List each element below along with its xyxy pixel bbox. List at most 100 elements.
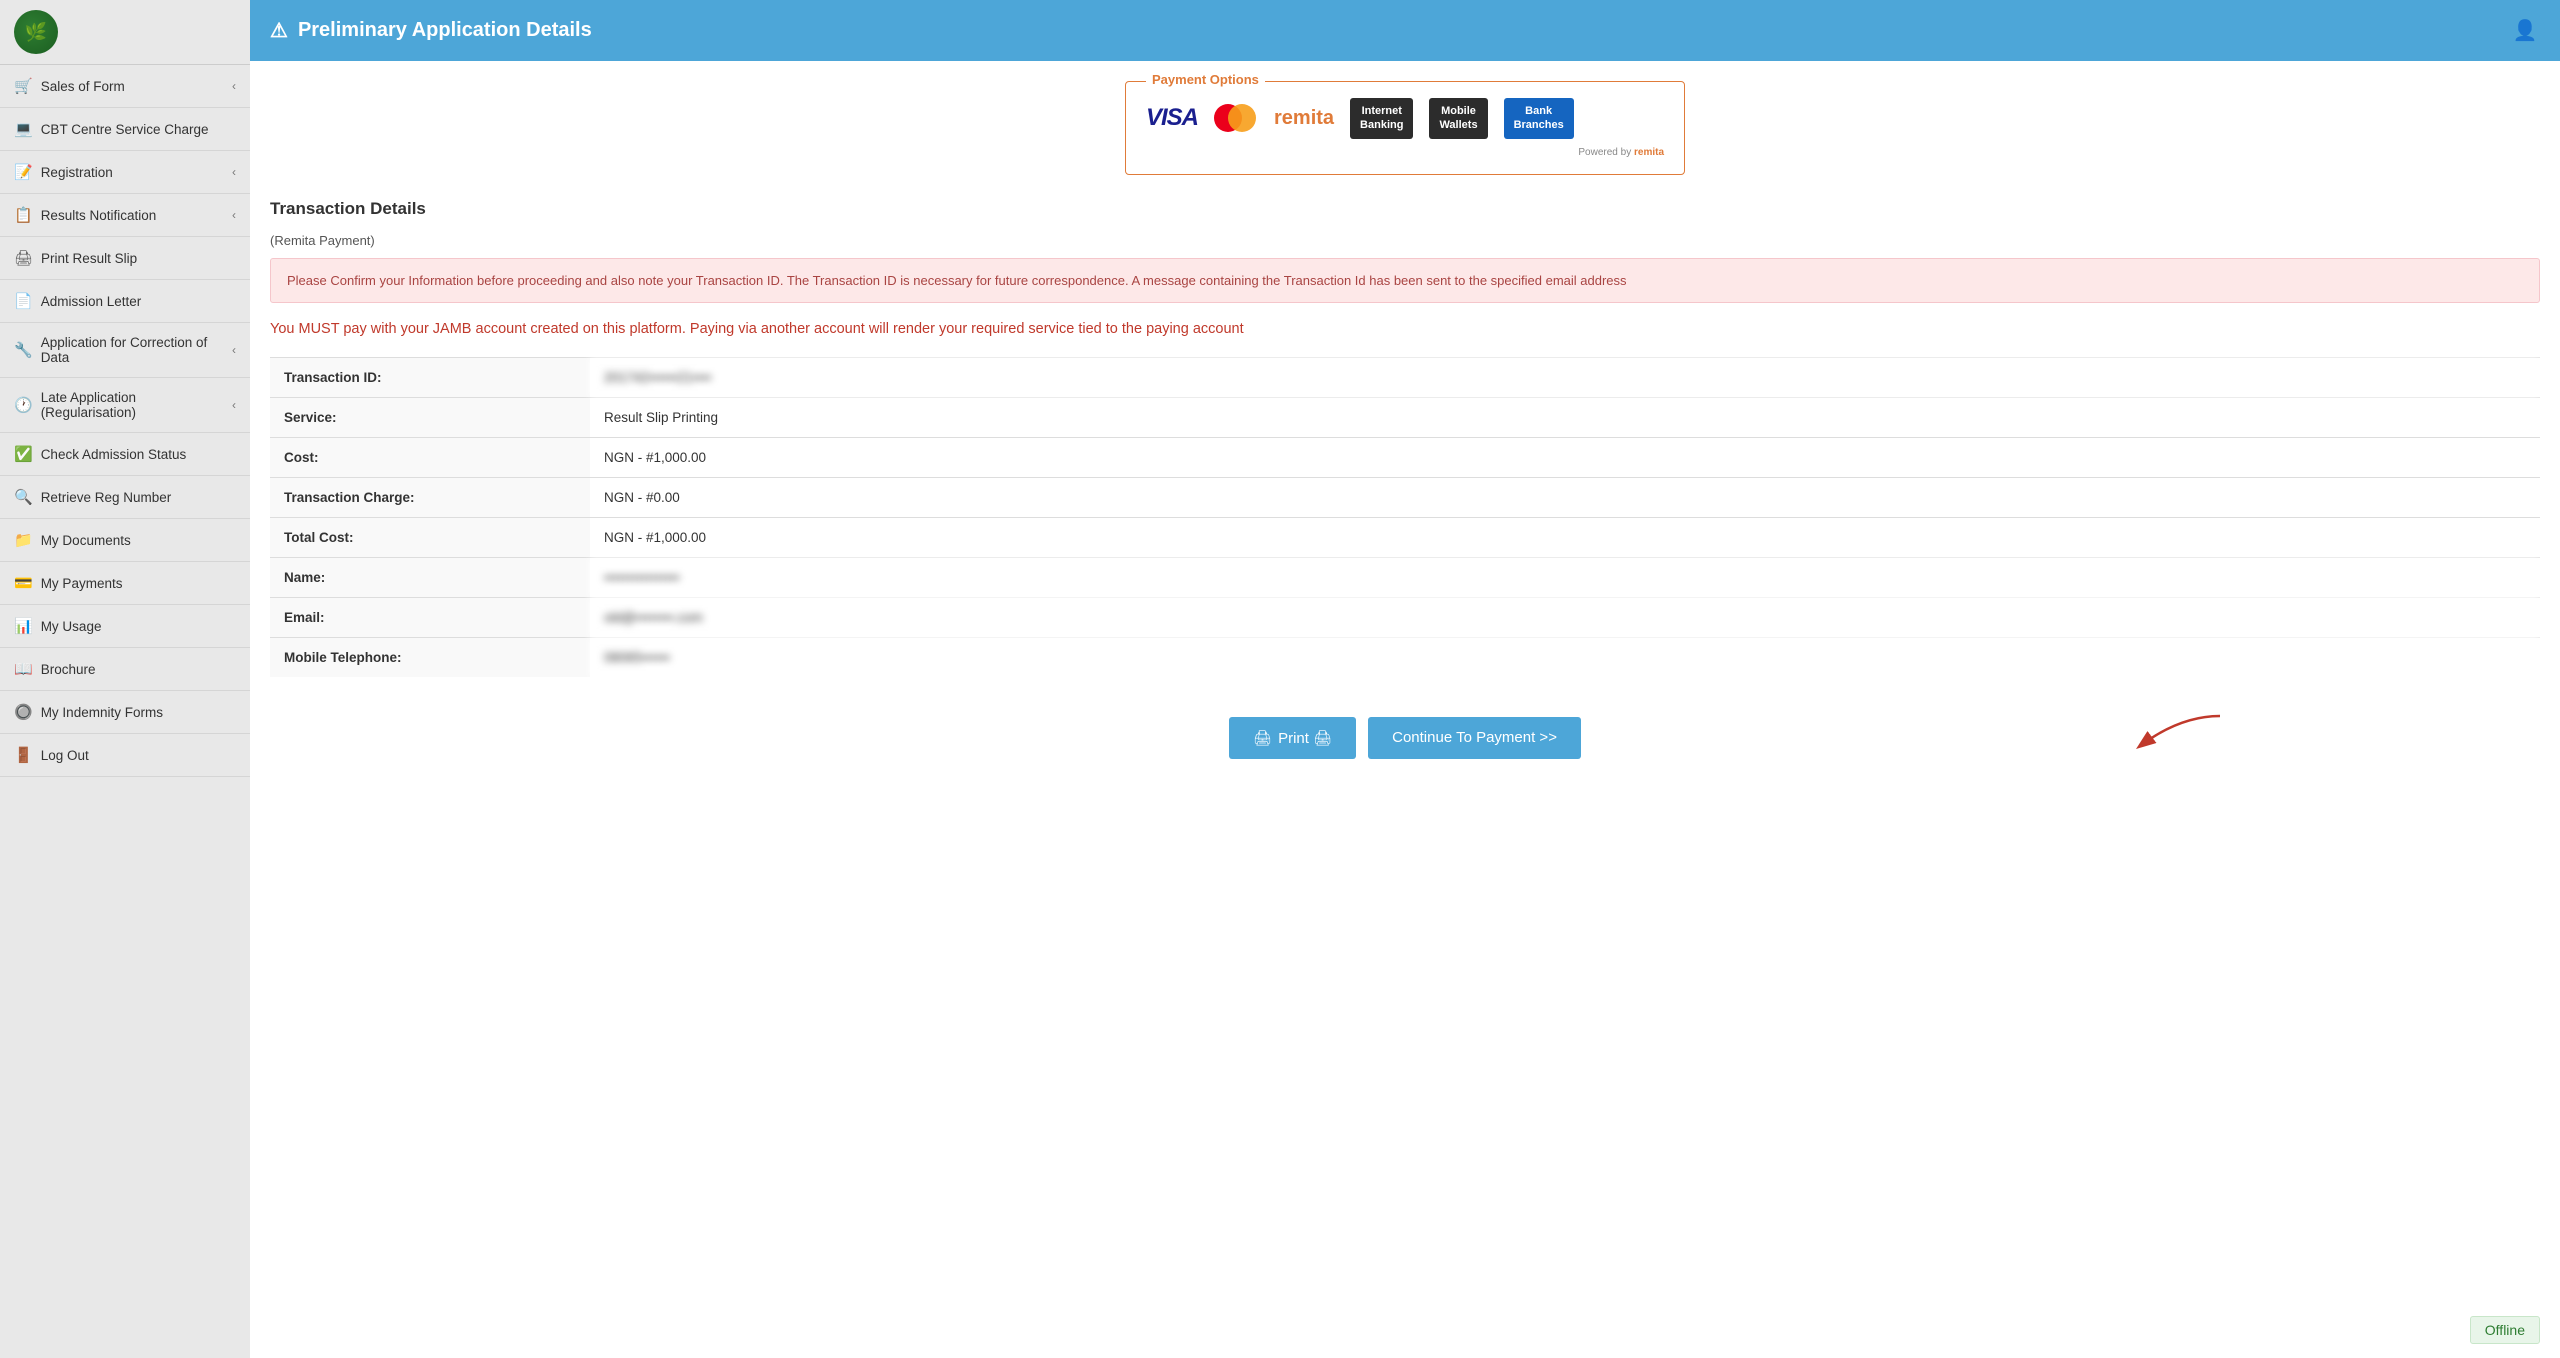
sidebar-item-label: Registration bbox=[41, 165, 113, 180]
row-label: Transaction ID: bbox=[270, 357, 590, 397]
row-value: old@••••••••.com bbox=[590, 597, 2540, 637]
continue-to-payment-button[interactable]: Continue To Payment >> bbox=[1368, 717, 1581, 759]
row-label: Name: bbox=[270, 557, 590, 597]
print-result-slip-icon: 🖨 bbox=[14, 249, 33, 267]
action-buttons: 🖨 Print 🖨 Continue To Payment >> bbox=[270, 701, 2540, 775]
my-indemnity-icon: 🔘 bbox=[14, 703, 33, 721]
content-area: Payment Options VISA remita InternetBank… bbox=[250, 61, 2560, 1358]
sidebar-item-registration[interactable]: 📝 Registration ‹ bbox=[0, 151, 250, 194]
arrow-annotation bbox=[2120, 706, 2240, 766]
row-label: Cost: bbox=[270, 437, 590, 477]
row-value: NGN - #1,000.00 bbox=[590, 437, 2540, 477]
main-content: ⚠ Preliminary Application Details ∨ 👤 Pa… bbox=[250, 0, 2560, 1358]
mobile-wallets-btn: MobileWallets bbox=[1429, 98, 1487, 139]
sidebar-item-application-correction[interactable]: 🔧 Application for Correction of Data ‹ bbox=[0, 323, 250, 378]
internet-banking-btn: InternetBanking bbox=[1350, 98, 1413, 139]
mastercard-logo bbox=[1214, 104, 1258, 132]
sidebar-item-admission-letter[interactable]: 📄 Admission Letter bbox=[0, 280, 250, 323]
row-label: Mobile Telephone: bbox=[270, 637, 590, 677]
my-payments-icon: 💳 bbox=[14, 574, 33, 592]
bank-branches-btn: BankBranches bbox=[1504, 98, 1574, 139]
page-title: ⚠ Preliminary Application Details bbox=[270, 18, 592, 43]
page-title-text: Preliminary Application Details bbox=[298, 19, 592, 42]
row-label: Service: bbox=[270, 397, 590, 437]
sales-of-form-icon: 🛒 bbox=[14, 77, 33, 95]
payment-logos: VISA remita InternetBanking MobileWallet… bbox=[1146, 98, 1664, 139]
sidebar-item-my-documents[interactable]: 📁 My Documents bbox=[0, 519, 250, 562]
results-notification-icon: 📋 bbox=[14, 206, 33, 224]
avatar[interactable]: 👤 bbox=[2505, 10, 2545, 50]
row-value: NGN - #0.00 bbox=[590, 477, 2540, 517]
sidebar-item-cbt-centre[interactable]: 💻 CBT Centre Service Charge bbox=[0, 108, 250, 151]
top-bar: ⚠ Preliminary Application Details ∨ bbox=[250, 0, 2560, 61]
sidebar-item-check-admission[interactable]: ✅ Check Admission Status bbox=[0, 433, 250, 476]
sidebar-item-label: Late Application (Regularisation) bbox=[41, 390, 232, 420]
alert-message: Please Confirm your Information before p… bbox=[270, 258, 2540, 304]
table-row: Transaction Charge:NGN - #0.00 bbox=[270, 477, 2540, 517]
app-logo: 🌿 bbox=[14, 10, 58, 54]
visa-logo: VISA bbox=[1146, 104, 1198, 132]
mc-orange-circle bbox=[1228, 104, 1256, 132]
log-out-icon: 🚪 bbox=[14, 746, 33, 764]
chevron-icon: ‹ bbox=[232, 79, 236, 93]
sidebar-item-late-application[interactable]: 🕐 Late Application (Regularisation) ‹ bbox=[0, 378, 250, 433]
sidebar-item-my-indemnity[interactable]: 🔘 My Indemnity Forms bbox=[0, 691, 250, 734]
sidebar-item-label: Sales of Form bbox=[41, 79, 125, 94]
sidebar-item-label: Results Notification bbox=[41, 208, 157, 223]
remita-logo: remita bbox=[1274, 107, 1334, 130]
chevron-icon: ‹ bbox=[232, 208, 236, 222]
sidebar-item-my-payments[interactable]: 💳 My Payments bbox=[0, 562, 250, 605]
sidebar-item-print-result-slip[interactable]: 🖨 Print Result Slip bbox=[0, 237, 250, 280]
powered-remita-logo: remita bbox=[1634, 147, 1664, 158]
cbt-centre-icon: 💻 bbox=[14, 120, 33, 138]
row-label: Total Cost: bbox=[270, 517, 590, 557]
row-value: 08065•••••• bbox=[590, 637, 2540, 677]
transaction-details-table: Transaction ID:201742••••••21••••Service… bbox=[270, 357, 2540, 677]
table-row: Service:Result Slip Printing bbox=[270, 397, 2540, 437]
late-application-icon: 🕐 bbox=[14, 396, 33, 414]
sidebar-item-label: Admission Letter bbox=[41, 294, 142, 309]
sidebar-item-log-out[interactable]: 🚪 Log Out bbox=[0, 734, 250, 777]
sidebar-item-retrieve-reg[interactable]: 🔍 Retrieve Reg Number bbox=[0, 476, 250, 519]
sidebar-item-label: My Payments bbox=[41, 576, 123, 591]
sidebar-item-label: Check Admission Status bbox=[41, 447, 187, 462]
sidebar-item-label: My Documents bbox=[41, 533, 131, 548]
sidebar-item-label: Application for Correction of Data bbox=[41, 335, 232, 365]
sidebar-item-my-usage[interactable]: 📊 My Usage bbox=[0, 605, 250, 648]
sidebar-item-brochure[interactable]: 📖 Brochure bbox=[0, 648, 250, 691]
registration-icon: 📝 bbox=[14, 163, 33, 181]
check-admission-icon: ✅ bbox=[14, 445, 33, 463]
admission-letter-icon: 📄 bbox=[14, 292, 33, 310]
sidebar-item-label: Print Result Slip bbox=[41, 251, 137, 266]
payment-options-box: Payment Options VISA remita InternetBank… bbox=[1125, 81, 1685, 175]
sidebar-item-sales-of-form[interactable]: 🛒 Sales of Form ‹ bbox=[0, 65, 250, 108]
application-correction-icon: 🔧 bbox=[14, 341, 33, 359]
row-value: 201742••••••21•••• bbox=[590, 357, 2540, 397]
chevron-icon: ‹ bbox=[232, 343, 236, 357]
powered-by: Powered by remita bbox=[1146, 147, 1664, 158]
row-value: Result Slip Printing bbox=[590, 397, 2540, 437]
warning-text: You MUST pay with your JAMB account crea… bbox=[270, 319, 2540, 341]
brochure-icon: 📖 bbox=[14, 660, 33, 678]
table-row: Transaction ID:201742••••••21•••• bbox=[270, 357, 2540, 397]
print-button[interactable]: 🖨 Print 🖨 bbox=[1229, 717, 1356, 759]
chevron-icon: ‹ bbox=[232, 398, 236, 412]
payment-options-label: Payment Options bbox=[1146, 72, 1265, 87]
sidebar-item-label: My Indemnity Forms bbox=[41, 705, 163, 720]
chevron-icon: ‹ bbox=[232, 165, 236, 179]
print-icon: 🖨 bbox=[1253, 729, 1272, 747]
sidebar-item-label: Retrieve Reg Number bbox=[41, 490, 172, 505]
offline-status-badge: Offline bbox=[2470, 1316, 2540, 1344]
user-avatar-container: 👤 bbox=[2505, 10, 2545, 50]
sidebar-item-label: My Usage bbox=[41, 619, 102, 634]
table-row: Mobile Telephone:08065•••••• bbox=[270, 637, 2540, 677]
table-row: Total Cost:NGN - #1,000.00 bbox=[270, 517, 2540, 557]
sidebar-item-label: Log Out bbox=[41, 748, 89, 763]
table-row: Name:•••••••••••••••• bbox=[270, 557, 2540, 597]
sidebar-item-results-notification[interactable]: 📋 Results Notification ‹ bbox=[0, 194, 250, 237]
sidebar-logo: 🌿 bbox=[0, 0, 250, 65]
table-row: Email:old@••••••••.com bbox=[270, 597, 2540, 637]
sidebar: 🌿 🛒 Sales of Form ‹ 💻 CBT Centre Service… bbox=[0, 0, 250, 1358]
sidebar-item-label: CBT Centre Service Charge bbox=[41, 122, 209, 137]
row-value: •••••••••••••••• bbox=[590, 557, 2540, 597]
